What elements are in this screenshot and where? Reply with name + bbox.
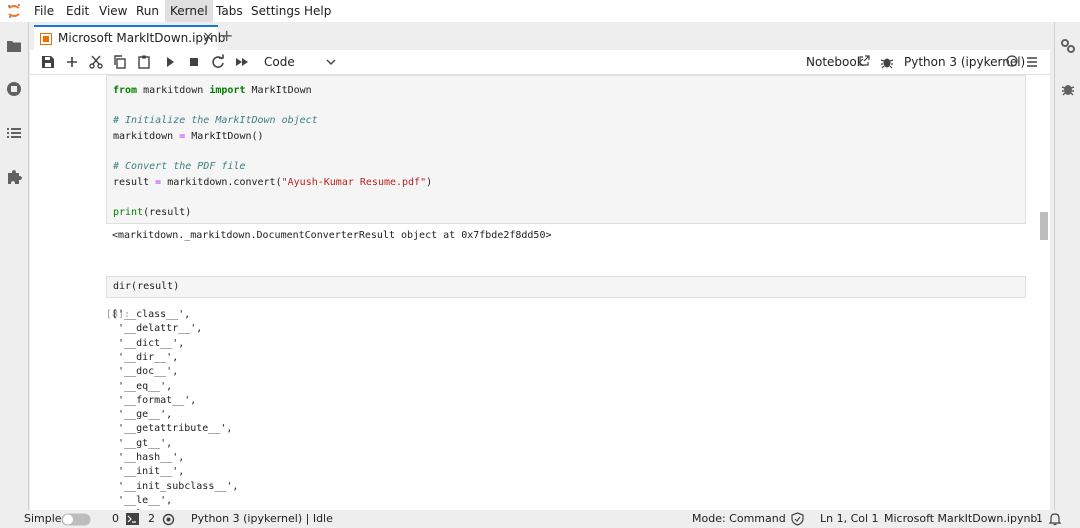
output-line: '__hash__',	[112, 452, 185, 463]
right-sidebar	[1054, 22, 1080, 510]
output-line: '__eq__',	[112, 380, 173, 392]
output-line: '__ge__',	[112, 409, 173, 421]
run-play-icon[interactable]	[162, 54, 178, 70]
notebook-tab[interactable]: Microsoft MarkItDown.ipynb ×	[34, 25, 225, 51]
insert-cell-plus-icon[interactable]	[64, 54, 80, 70]
code-line: print(result)	[113, 207, 192, 218]
restart-icon[interactable]	[210, 54, 226, 70]
menubar: File Edit View Run Kernel Tabs Settings …	[0, 0, 1080, 22]
simple-mode-toggle[interactable]	[61, 513, 91, 526]
notebook-file-icon	[40, 33, 52, 45]
code-line: # Initialize the MarkItDown object	[113, 115, 318, 126]
output-line: '__getattribute__',	[112, 423, 233, 435]
debugger-bug-icon[interactable]	[1060, 81, 1076, 97]
code-line: result = markitdown.convert("Ayush-Kumar…	[113, 177, 433, 188]
simple-mode-label: Simple	[24, 512, 62, 525]
scrollbar[interactable]	[1040, 75, 1048, 510]
cut-scissors-icon[interactable]	[88, 54, 104, 70]
status-filename: Microsoft MarkItDown.ipynb	[884, 512, 1038, 525]
notification-count[interactable]: 1	[1036, 512, 1043, 525]
menu-file[interactable]: File	[29, 0, 59, 22]
tab-title: Microsoft MarkItDown.ipynb	[58, 31, 226, 45]
running-stop-icon[interactable]	[6, 81, 22, 97]
code-cell-editor[interactable]: dir(result)	[106, 276, 1026, 298]
tab-bar: Microsoft MarkItDown.ipynb × +	[30, 22, 1050, 51]
menu-view[interactable]: View	[94, 0, 132, 22]
copy-icon[interactable]	[112, 54, 128, 70]
notification-bell-icon[interactable]	[1048, 512, 1062, 526]
trusted-shield-icon[interactable]	[791, 512, 804, 526]
output-line: ['__class__',	[112, 309, 191, 320]
folder-icon[interactable]	[6, 38, 22, 54]
new-tab-add-icon[interactable]: +	[220, 28, 233, 44]
tab-close-icon[interactable]: ×	[202, 29, 214, 45]
property-inspector-gears-icon[interactable]	[1060, 38, 1076, 54]
open-in-notebook-link[interactable]: Notebook	[806, 55, 864, 69]
paste-clipboard-icon[interactable]	[136, 54, 152, 70]
menu-tabs[interactable]: Tabs	[211, 0, 248, 22]
menu-run[interactable]: Run	[131, 0, 164, 22]
output-line: '__format__',	[112, 394, 197, 406]
terminal-icon[interactable]	[126, 513, 139, 525]
cursor-position[interactable]: Ln 1, Col 1	[820, 512, 879, 525]
output-line: '__gt__',	[112, 437, 173, 449]
external-link-icon[interactable]	[858, 55, 870, 67]
run-all-fast-forward-icon[interactable]	[234, 54, 250, 70]
menu-help[interactable]: Help	[299, 0, 336, 22]
chevron-down-icon[interactable]	[326, 54, 336, 70]
kernel-status[interactable]: Python 3 (ipykernel) | Idle	[191, 512, 333, 525]
output-line: '__delattr__',	[112, 323, 203, 335]
left-sidebar	[0, 22, 29, 510]
jupyter-logo-icon	[8, 4, 20, 18]
notebook-panel: [7]: from markitdown import MarkItDown #…	[30, 75, 1050, 510]
code-line: dir(result)	[113, 281, 180, 292]
interrupt-stop-icon[interactable]	[186, 54, 202, 70]
menu-settings[interactable]: Settings	[246, 0, 305, 22]
output-line: '__init__',	[112, 466, 185, 478]
code-line: markitdown = MarkItDown()	[113, 131, 264, 142]
output-line: '__le__',	[112, 494, 173, 506]
command-mode: Mode: Command	[692, 512, 786, 525]
code-cell-editor[interactable]: from markitdown import MarkItDown # Init…	[106, 75, 1026, 224]
output-line: '__doc__',	[112, 366, 179, 378]
output-line: '__init_subclass__',	[112, 480, 239, 492]
menu-hamburger-icon[interactable]	[1026, 56, 1038, 68]
code-line: # Convert the PDF file	[113, 161, 246, 172]
terminal-count[interactable]: 0	[112, 512, 119, 525]
table-of-contents-icon[interactable]	[6, 125, 22, 141]
menu-kernel[interactable]: Kernel	[165, 0, 213, 22]
kernel-cpu-icon[interactable]	[162, 513, 175, 526]
output-line: '__dict__',	[112, 337, 185, 349]
menu-edit[interactable]: Edit	[61, 0, 94, 22]
output-line: <markitdown._markitdown.DocumentConverte…	[112, 230, 552, 241]
debugger-bug-icon[interactable]	[880, 54, 894, 70]
code-line: from markitdown import MarkItDown	[113, 85, 312, 96]
kernel-status-circle-icon	[1006, 55, 1018, 67]
extension-puzzle-icon[interactable]	[6, 169, 22, 185]
notebook-toolbar: Code Notebook Python 3 (ipykernel)	[30, 50, 1050, 75]
scrollbar-thumb[interactable]	[1040, 212, 1048, 240]
save-icon[interactable]	[40, 54, 56, 70]
main-area: Microsoft MarkItDown.ipynb × + Code Note…	[30, 22, 1050, 510]
status-bar: Simple 0 2 Python 3 (ipykernel) | Idle M…	[0, 510, 1080, 528]
kernel-count[interactable]: 2	[148, 512, 155, 525]
output-line: '__dir__',	[112, 351, 179, 363]
